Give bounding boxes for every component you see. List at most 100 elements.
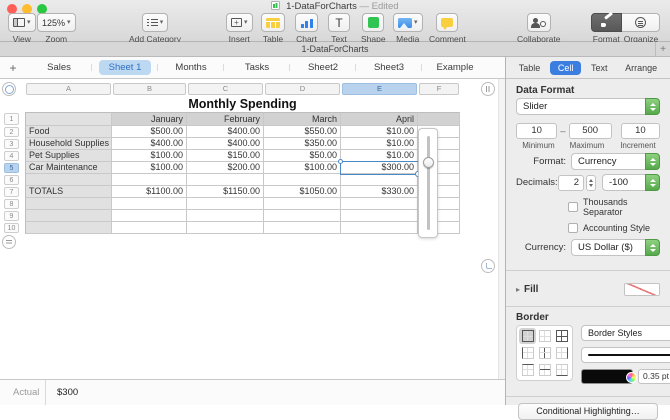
cell-C6[interactable] — [187, 174, 264, 186]
cell-C1[interactable]: February — [187, 112, 264, 126]
sheet-tab-sheet2[interactable]: Sheet2 — [290, 60, 356, 75]
border-outer-button[interactable] — [519, 328, 536, 344]
cell-E1[interactable]: April — [341, 112, 418, 126]
fill-none-swatch[interactable] — [624, 283, 660, 296]
border-none-button[interactable] — [536, 328, 553, 344]
cell-A4[interactable]: Pet Supplies — [25, 150, 112, 162]
row-header-7[interactable]: 7 — [4, 187, 19, 197]
cell-B3[interactable]: $400.00 — [112, 138, 187, 150]
row-header-8[interactable]: 8 — [4, 199, 19, 209]
cell-A5[interactable]: Car Maintenance — [25, 162, 112, 174]
border-all-button[interactable] — [553, 328, 570, 344]
add-row-handle[interactable] — [2, 235, 16, 249]
add-category-button[interactable]: ▾ — [142, 13, 169, 32]
cell-B5[interactable]: $100.00 — [112, 162, 187, 174]
row-header-5[interactable]: 5 — [4, 163, 19, 173]
comment-button[interactable] — [436, 13, 458, 32]
tab-text[interactable]: Text — [583, 61, 616, 75]
cell-C4[interactable]: $150.00 — [187, 150, 264, 162]
disclosure-triangle-icon[interactable]: ▸ — [516, 285, 520, 294]
column-header-D[interactable]: D — [265, 83, 340, 95]
cell-E3[interactable]: $10.00 — [341, 138, 418, 150]
sheet-tab-tasks[interactable]: Tasks — [224, 60, 290, 75]
border-inner-horizontal-button[interactable] — [536, 362, 553, 378]
border-right-button[interactable] — [553, 345, 570, 361]
column-header-E[interactable]: E — [342, 83, 417, 95]
row-header-4[interactable]: 4 — [4, 151, 19, 161]
table-title[interactable]: Monthly Spending — [25, 97, 460, 111]
row-header-10[interactable]: 10 — [4, 223, 19, 233]
cell-A1[interactable] — [25, 112, 112, 126]
border-color-well[interactable] — [581, 369, 633, 384]
scrollbar-track[interactable] — [498, 79, 505, 379]
border-top-button[interactable] — [519, 362, 536, 378]
text-button[interactable]: T — [328, 13, 350, 32]
cell-D7[interactable]: $1050.00 — [264, 186, 341, 198]
cell-D3[interactable]: $350.00 — [264, 138, 341, 150]
sheet-tab-months[interactable]: Months — [158, 60, 224, 75]
cell-C8[interactable] — [187, 198, 264, 210]
border-left-button[interactable] — [519, 345, 536, 361]
cell-C9[interactable] — [187, 210, 264, 222]
cell-C3[interactable]: $400.00 — [187, 138, 264, 150]
cell-E2[interactable]: $10.00 — [341, 126, 418, 138]
cell-D6[interactable] — [264, 174, 341, 186]
tab-cell[interactable]: Cell — [550, 61, 582, 75]
format-button[interactable] — [591, 13, 622, 32]
cell-D4[interactable]: $50.00 — [264, 150, 341, 162]
row-header-6[interactable]: 6 — [4, 175, 19, 185]
border-bottom-button[interactable] — [553, 362, 570, 378]
add-document-tab-button[interactable]: + — [655, 42, 670, 56]
cell-D1[interactable]: March — [264, 112, 341, 126]
cell-C5[interactable]: $200.00 — [187, 162, 264, 174]
cell-A9[interactable] — [25, 210, 112, 222]
document-tab[interactable]: 1-DataForCharts — [301, 44, 368, 54]
cell-B8[interactable] — [112, 198, 187, 210]
tab-arrange[interactable]: Arrange — [617, 61, 665, 75]
table-resize-handle[interactable] — [481, 259, 495, 273]
add-sheet-button[interactable]: + — [0, 61, 26, 75]
cell-B9[interactable] — [112, 210, 187, 222]
cell-E8[interactable] — [341, 198, 418, 210]
cell-B4[interactable]: $100.00 — [112, 150, 187, 162]
decimals-stepper[interactable] — [586, 175, 596, 191]
chart-button[interactable] — [295, 13, 318, 32]
cell-B10[interactable] — [112, 222, 187, 234]
insert-button[interactable]: + ▾ — [226, 13, 253, 32]
negative-style-dropdown[interactable]: -100 — [602, 174, 660, 191]
cell-B1[interactable]: January — [112, 112, 187, 126]
selected-cell-value[interactable]: $300 — [46, 387, 78, 398]
cell-B2[interactable]: $500.00 — [112, 126, 187, 138]
color-wheel-icon[interactable] — [626, 372, 637, 383]
cell-B7[interactable]: $1100.00 — [112, 186, 187, 198]
border-inner-vertical-button[interactable] — [536, 345, 553, 361]
minimum-field[interactable]: 10 — [516, 123, 557, 139]
cell-E4[interactable]: $10.00 — [341, 150, 418, 162]
cell-A10[interactable] — [25, 222, 112, 234]
sheet-tab-sales[interactable]: Sales — [26, 60, 92, 75]
row-header-3[interactable]: 3 — [4, 139, 19, 149]
cell-B6[interactable] — [112, 174, 187, 186]
slider-track[interactable] — [427, 136, 430, 230]
cell-E5[interactable]: $300.00 — [341, 162, 418, 174]
thousands-separator-checkbox[interactable] — [568, 202, 578, 212]
sheet-tab-sheet3[interactable]: Sheet3 — [356, 60, 422, 75]
border-line-style-dropdown[interactable] — [581, 347, 670, 363]
organize-button[interactable] — [622, 13, 660, 32]
maximum-field[interactable]: 500 — [569, 123, 612, 139]
column-header-F[interactable]: F — [419, 83, 459, 95]
accounting-style-checkbox[interactable] — [568, 223, 578, 233]
cell-A6[interactable] — [25, 174, 112, 186]
view-button[interactable]: ▾ — [8, 13, 36, 32]
conditional-highlighting-button[interactable]: Conditional Highlighting… — [518, 403, 658, 420]
cell-C10[interactable] — [187, 222, 264, 234]
cell-D8[interactable] — [264, 198, 341, 210]
cell-D2[interactable]: $550.00 — [264, 126, 341, 138]
cell-C7[interactable]: $1150.00 — [187, 186, 264, 198]
cell-D9[interactable] — [264, 210, 341, 222]
cell-C2[interactable]: $400.00 — [187, 126, 264, 138]
add-column-handle[interactable] — [481, 82, 495, 96]
table-button[interactable] — [261, 13, 285, 32]
column-header-C[interactable]: C — [188, 83, 263, 95]
row-header-1[interactable]: 1 — [4, 113, 19, 125]
